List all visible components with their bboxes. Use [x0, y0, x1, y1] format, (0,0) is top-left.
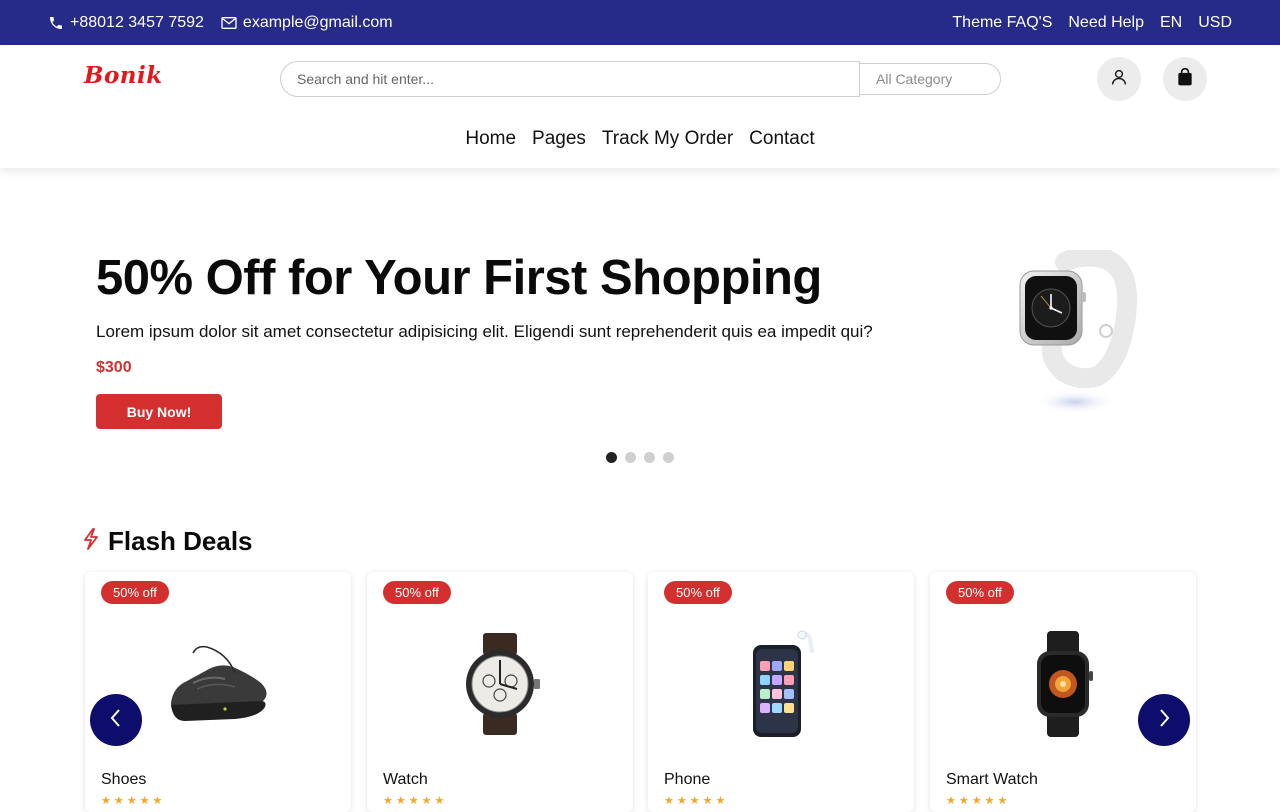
- product-name: Smart Watch: [946, 771, 1038, 788]
- cart-button[interactable]: [1163, 57, 1207, 101]
- slider-dots: [606, 452, 682, 463]
- logo[interactable]: Bonik: [84, 62, 163, 89]
- flash-deals-title: Flash Deals: [108, 526, 253, 556]
- header: Bonik All Category Home Pages Track My O…: [0, 45, 1280, 168]
- product-name: Shoes: [101, 771, 147, 788]
- hero-description: Lorem ipsum dolor sit amet consectetur a…: [96, 322, 873, 341]
- user-icon: [1110, 68, 1128, 91]
- category-select[interactable]: All Category: [859, 63, 1001, 95]
- buy-now-button[interactable]: Buy Now!: [96, 394, 222, 429]
- topbar-links: Theme FAQ'S Need Help EN USD: [936, 0, 1232, 45]
- phone-icon: [48, 15, 64, 31]
- category-select-label: All Category: [876, 71, 953, 87]
- discount-badge: 50% off: [946, 581, 1014, 604]
- smart-watch-image: [1003, 624, 1123, 744]
- currency-selector[interactable]: USD: [1198, 14, 1232, 32]
- phone-image: [721, 624, 841, 744]
- nav-home[interactable]: Home: [465, 128, 516, 150]
- flash-deals-header: Flash Deals: [82, 526, 253, 557]
- rating-stars: ★★★★★: [946, 795, 1011, 807]
- rating-stars: ★★★★★: [383, 795, 448, 807]
- user-button[interactable]: [1097, 57, 1141, 101]
- rating-stars: ★★★★★: [101, 795, 166, 807]
- search-input[interactable]: [280, 61, 860, 97]
- contact-info: +88012 3457 7592 example@gmail.com: [48, 0, 410, 45]
- carousel-next-button[interactable]: [1138, 694, 1190, 746]
- product-name: Watch: [383, 771, 428, 788]
- lightning-icon: [82, 528, 100, 555]
- product-card[interactable]: 50% off Shoes ★★★★★: [85, 572, 351, 812]
- phone-contact[interactable]: +88012 3457 7592: [48, 14, 204, 32]
- chevron-left-icon: [109, 708, 123, 733]
- discount-badge: 50% off: [664, 581, 732, 604]
- chevron-right-icon: [1157, 708, 1171, 733]
- need-help-link[interactable]: Need Help: [1068, 14, 1144, 32]
- shopping-bag-icon: [1175, 67, 1195, 92]
- product-card[interactable]: 50% off Smart Watch ★★★★★: [930, 572, 1196, 812]
- nav-contact[interactable]: Contact: [749, 128, 814, 150]
- theme-faq-link[interactable]: Theme FAQ'S: [952, 14, 1052, 32]
- slider-dot-4[interactable]: [663, 452, 674, 463]
- slider-dot-2[interactable]: [625, 452, 636, 463]
- nav-pages[interactable]: Pages: [532, 128, 586, 150]
- rating-stars: ★★★★★: [664, 795, 729, 807]
- shoe-image: [158, 624, 278, 744]
- product-card[interactable]: 50% off Phone ★★★★★: [648, 572, 914, 812]
- product-card[interactable]: 50% off Watch ★★★★★: [367, 572, 633, 812]
- discount-badge: 50% off: [101, 581, 169, 604]
- email-address: example@gmail.com: [242, 13, 393, 31]
- slider-dot-3[interactable]: [644, 452, 655, 463]
- watch-image: [440, 624, 560, 744]
- phone-number: +88012 3457 7592: [70, 13, 204, 31]
- hero-price: $300: [96, 359, 132, 376]
- email-contact[interactable]: example@gmail.com: [221, 14, 393, 32]
- mail-icon: [221, 16, 237, 30]
- top-bar: +88012 3457 7592 example@gmail.com Theme…: [0, 0, 1280, 45]
- slider-dot-1[interactable]: [606, 452, 617, 463]
- nav-track-order[interactable]: Track My Order: [602, 128, 733, 150]
- hero-title: 50% Off for Your First Shopping: [96, 251, 822, 305]
- discount-badge: 50% off: [383, 581, 451, 604]
- main-nav: Home Pages Track My Order Contact: [0, 128, 1280, 150]
- language-selector[interactable]: EN: [1160, 14, 1182, 32]
- carousel-prev-button[interactable]: [90, 694, 142, 746]
- product-name: Phone: [664, 771, 711, 788]
- smart-watch-image: [1010, 246, 1140, 420]
